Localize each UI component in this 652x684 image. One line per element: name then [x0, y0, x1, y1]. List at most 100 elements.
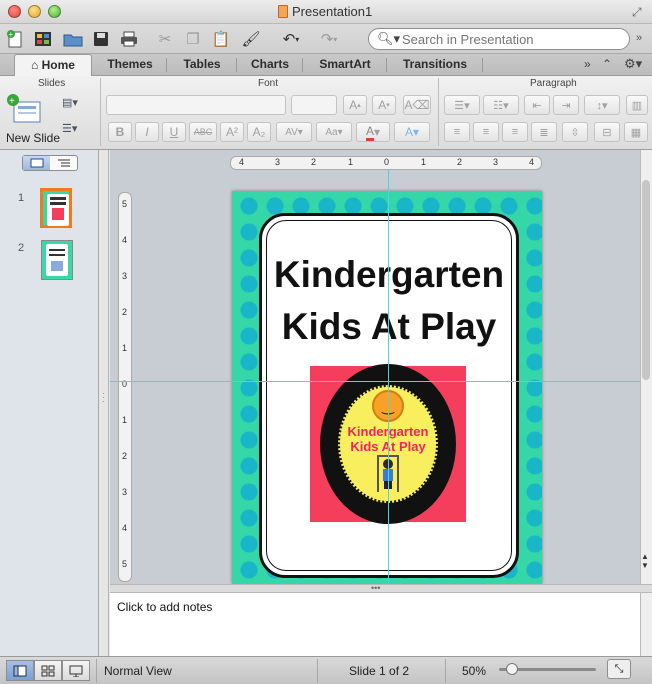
line-spacing-button[interactable]: ↕▾: [584, 95, 620, 115]
superscript-button[interactable]: A²: [220, 122, 244, 142]
subscript-button[interactable]: A₂: [247, 122, 271, 142]
svg-text:+: +: [9, 96, 15, 107]
layout-button[interactable]: ▤▾: [62, 96, 90, 114]
svg-text:+: +: [9, 30, 14, 39]
undo-icon[interactable]: ↶ ▾: [276, 28, 306, 50]
notes-splitter[interactable]: •••: [110, 584, 652, 593]
notes-scrollbar[interactable]: [640, 593, 652, 656]
zoom-window-button[interactable]: [48, 5, 61, 18]
window-title: Presentation1: [292, 4, 373, 19]
justify-button[interactable]: ≣: [531, 122, 557, 142]
increase-font-size-button[interactable]: A ▴: [343, 95, 367, 115]
fit-to-window-icon[interactable]: ⤡: [607, 659, 631, 679]
tab-themes[interactable]: Themes: [94, 54, 166, 76]
save-icon[interactable]: [90, 28, 112, 50]
thumbnail-number: 1: [18, 192, 25, 204]
zoom-slider-handle[interactable]: [506, 663, 518, 675]
align-text-button[interactable]: ⊟: [594, 122, 620, 142]
pane-splitter[interactable]: · · ·: [99, 150, 109, 656]
view-name-label: Normal View: [104, 664, 172, 678]
columns-text-button[interactable]: ▦: [624, 122, 648, 142]
ribbon-home: Slides Font Paragraph + New Slide ▤▾ ☰▾ …: [0, 76, 652, 150]
columns-button[interactable]: ▥: [626, 95, 648, 115]
align-right-button[interactable]: ≡: [502, 122, 528, 142]
decrease-font-size-button[interactable]: A ▾: [372, 95, 396, 115]
font-color-button[interactable]: A ▾: [356, 122, 390, 142]
align-center-button[interactable]: ≡: [473, 122, 499, 142]
paste-icon[interactable]: 📋: [210, 28, 232, 50]
tab-charts[interactable]: Charts: [238, 54, 302, 76]
font-size-select[interactable]: [291, 95, 337, 115]
underline-button[interactable]: U: [162, 122, 186, 142]
standard-toolbar: + ✂ ❐ 📋 🖌 ↶▾ ↷▾ 🔍︎▾ »: [0, 24, 652, 54]
home-icon: ⌂: [31, 58, 39, 72]
decrease-indent-button[interactable]: ⇤: [524, 95, 550, 115]
normal-view-icon[interactable]: [6, 660, 34, 681]
tab-transitions[interactable]: Transitions: [388, 54, 482, 76]
clear-formatting-button[interactable]: A⌫: [403, 95, 431, 115]
thumbnail-number: 2: [18, 242, 25, 254]
new-slide-button[interactable]: New Slide: [6, 131, 60, 145]
new-slide-icon[interactable]: +: [6, 94, 42, 128]
gear-icon[interactable]: ⚙▾: [624, 56, 642, 72]
search-box[interactable]: 🔍︎▾: [368, 28, 630, 50]
character-spacing-button[interactable]: AV▾: [276, 122, 312, 142]
print-icon[interactable]: [118, 28, 140, 50]
ribbon-tab-bar: ⌂ Home Themes Tables Charts SmartArt Tra…: [0, 54, 652, 76]
horizontal-ruler[interactable]: 4 3 2 1 0 1 2 3 4: [230, 156, 542, 170]
font-name-select[interactable]: [106, 95, 286, 115]
notes-placeholder[interactable]: Click to add notes: [117, 600, 212, 614]
slide-show-view-icon[interactable]: [62, 660, 90, 681]
slide-sorter-view-icon[interactable]: [34, 660, 62, 681]
change-case-button[interactable]: Aa▾: [316, 122, 352, 142]
strikethrough-button[interactable]: ABC: [189, 122, 217, 142]
cut-icon[interactable]: ✂: [154, 28, 176, 50]
zoom-level[interactable]: 50%: [462, 664, 486, 678]
group-label-font: Font: [258, 78, 279, 89]
slide-thumbnail-2[interactable]: [41, 240, 73, 280]
bold-button[interactable]: B: [108, 122, 132, 142]
thumbnail-view-toggle: [22, 155, 78, 171]
search-input[interactable]: [402, 31, 622, 47]
format-painter-icon[interactable]: 🖌: [240, 28, 262, 50]
slide-thumbnails-pane: 1 2: [0, 150, 99, 656]
slide-title-line-2[interactable]: Kids At Play: [262, 306, 516, 348]
document-icon: [278, 5, 288, 18]
redo-icon[interactable]: ↷ ▾: [314, 28, 344, 50]
group-label-slides: Slides: [38, 78, 66, 89]
slide-counter: Slide 1 of 2: [349, 664, 410, 678]
tab-smartart[interactable]: SmartArt: [304, 54, 386, 76]
tab-home[interactable]: ⌂ Home: [14, 54, 92, 76]
title-bar: Presentation1 ⤢: [0, 0, 652, 24]
search-icon: 🔍︎▾: [377, 31, 401, 46]
close-window-button[interactable]: [8, 5, 21, 18]
minimize-window-button[interactable]: [28, 5, 41, 18]
tabs-overflow-icon[interactable]: »: [584, 57, 591, 71]
slides-view-icon[interactable]: [23, 156, 50, 170]
toolbar-overflow-icon[interactable]: »: [636, 32, 642, 44]
numbering-button[interactable]: ☷▾: [483, 95, 519, 115]
horizontal-guide[interactable]: [110, 381, 640, 382]
group-label-paragraph: Paragraph: [530, 78, 577, 89]
page-nav-arrows-icon[interactable]: ▲ ▼: [641, 552, 649, 570]
align-left-button[interactable]: ≡: [444, 122, 470, 142]
new-document-icon[interactable]: +: [4, 28, 26, 50]
open-folder-icon[interactable]: [62, 28, 84, 50]
vertical-guide[interactable]: [388, 170, 389, 584]
text-effects-button[interactable]: A▾: [394, 122, 430, 142]
fullscreen-icon[interactable]: ⤢: [632, 5, 642, 20]
slide-title-line-1[interactable]: Kindergarten: [262, 254, 516, 296]
italic-button[interactable]: I: [135, 122, 159, 142]
bullets-button[interactable]: ☰▾: [444, 95, 480, 115]
text-direction-button[interactable]: ⇳: [562, 122, 588, 142]
section-button[interactable]: ☰▾: [62, 122, 90, 140]
slide-thumbnail-1[interactable]: [40, 188, 72, 228]
tab-tables[interactable]: Tables: [168, 54, 236, 76]
outline-view-icon[interactable]: [50, 156, 77, 170]
increase-indent-button[interactable]: ⇥: [553, 95, 579, 115]
scrollbar-thumb[interactable]: [642, 180, 650, 380]
copy-icon[interactable]: ❐: [182, 28, 204, 50]
gallery-icon[interactable]: [32, 28, 54, 50]
collapse-ribbon-icon[interactable]: ⌃: [602, 57, 612, 71]
vertical-ruler[interactable]: 5 4 3 2 1 0 1 2 3 4 5: [118, 192, 132, 582]
